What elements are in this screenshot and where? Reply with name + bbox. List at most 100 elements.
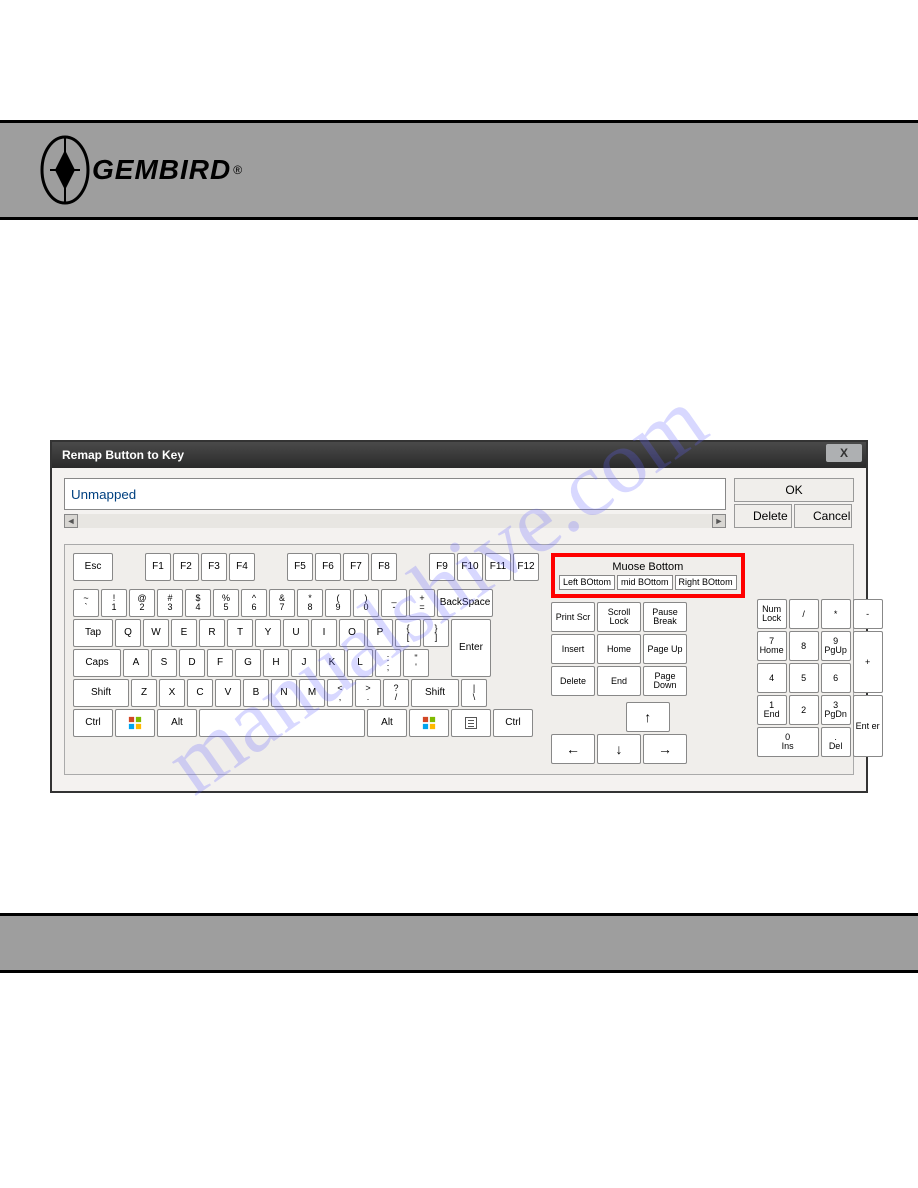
key-d[interactable]: D (179, 649, 205, 677)
key-f11[interactable]: F11 (485, 553, 511, 581)
mouse-left-button[interactable]: Left BOttom (559, 575, 615, 590)
key-esc[interactable]: Esc (73, 553, 113, 581)
key-ctrl-left[interactable]: Ctrl (73, 709, 113, 737)
key-s[interactable]: S (151, 649, 177, 677)
key-quote[interactable]: "' (403, 649, 429, 677)
key-e[interactable]: E (171, 619, 197, 647)
key-2[interactable]: @2 (129, 589, 155, 617)
key-b[interactable]: B (243, 679, 269, 707)
mouse-right-button[interactable]: Right BOttom (675, 575, 737, 590)
key-6[interactable]: ^6 (241, 589, 267, 617)
key-comma[interactable]: <, (327, 679, 353, 707)
scroll-left[interactable]: ◄ (64, 514, 78, 528)
key-numpad-4[interactable]: 4 (757, 663, 787, 693)
key-semicolon[interactable]: :; (375, 649, 401, 677)
key-c[interactable]: C (187, 679, 213, 707)
key-0[interactable]: )0 (353, 589, 379, 617)
key-f3[interactable]: F3 (201, 553, 227, 581)
key-o[interactable]: O (339, 619, 365, 647)
key-backslash[interactable]: |\ (461, 679, 487, 707)
close-button[interactable]: X (826, 444, 862, 462)
key-menu[interactable] (451, 709, 491, 737)
key-numpad-7[interactable]: 7Home (757, 631, 787, 661)
key-u[interactable]: U (283, 619, 309, 647)
key-numpad-enter[interactable]: Ent er (853, 695, 883, 757)
key-y[interactable]: Y (255, 619, 281, 647)
key-printscreen[interactable]: Print Scr (551, 602, 595, 632)
key-alt-right[interactable]: Alt (367, 709, 407, 737)
key-8[interactable]: *8 (297, 589, 323, 617)
key-bracket-close[interactable]: }] (423, 619, 449, 647)
key-numpad-subtract[interactable]: - (853, 599, 883, 629)
key-numpad-6[interactable]: 6 (821, 663, 851, 693)
key-bracket-open[interactable]: {[ (395, 619, 421, 647)
key-q[interactable]: Q (115, 619, 141, 647)
key-9[interactable]: (9 (325, 589, 351, 617)
key-delete[interactable]: Delete (551, 666, 595, 696)
key-down[interactable]: ↓ (597, 734, 641, 764)
key-f4[interactable]: F4 (229, 553, 255, 581)
key-f6[interactable]: F6 (315, 553, 341, 581)
key-shift-left[interactable]: Shift (73, 679, 129, 707)
key-j[interactable]: J (291, 649, 317, 677)
key-grave[interactable]: ~` (73, 589, 99, 617)
key-p[interactable]: P (367, 619, 393, 647)
ok-button[interactable]: OK (734, 478, 854, 502)
key-numpad-9[interactable]: 9PgUp (821, 631, 851, 661)
key-caps[interactable]: Caps (73, 649, 121, 677)
key-ctrl-right[interactable]: Ctrl (493, 709, 533, 737)
key-numpad-0[interactable]: 0Ins (757, 727, 819, 757)
key-pause[interactable]: Pause Break (643, 602, 687, 632)
key-space[interactable] (199, 709, 365, 737)
key-f[interactable]: F (207, 649, 233, 677)
key-shift-right[interactable]: Shift (411, 679, 459, 707)
key-numpad-8[interactable]: 8 (789, 631, 819, 661)
key-r[interactable]: R (199, 619, 225, 647)
key-m[interactable]: M (299, 679, 325, 707)
key-k[interactable]: K (319, 649, 345, 677)
key-scrolllock[interactable]: Scroll Lock (597, 602, 641, 632)
key-home[interactable]: Home (597, 634, 641, 664)
key-numlock[interactable]: Num Lock (757, 599, 787, 629)
key-i[interactable]: I (311, 619, 337, 647)
key-numpad-5[interactable]: 5 (789, 663, 819, 693)
key-left[interactable]: ← (551, 734, 595, 764)
cancel-button[interactable]: Cancel (794, 504, 852, 528)
delete-button[interactable]: Delete (734, 504, 792, 528)
key-a[interactable]: A (123, 649, 149, 677)
key-z[interactable]: Z (131, 679, 157, 707)
key-numpad-3[interactable]: 3PgDn (821, 695, 851, 725)
key-numpad-add[interactable]: + (853, 631, 883, 693)
key-v[interactable]: V (215, 679, 241, 707)
key-insert[interactable]: Insert (551, 634, 595, 664)
key-x[interactable]: X (159, 679, 185, 707)
key-g[interactable]: G (235, 649, 261, 677)
key-f10[interactable]: F10 (457, 553, 483, 581)
key-1[interactable]: !1 (101, 589, 127, 617)
key-numpad-multiply[interactable]: * (821, 599, 851, 629)
key-slash[interactable]: ?/ (383, 679, 409, 707)
scroll-track[interactable] (78, 514, 712, 528)
key-f12[interactable]: F12 (513, 553, 539, 581)
key-t[interactable]: T (227, 619, 253, 647)
key-right[interactable]: → (643, 734, 687, 764)
key-7[interactable]: &7 (269, 589, 295, 617)
key-enter[interactable]: Enter (451, 619, 491, 677)
key-win-right[interactable] (409, 709, 449, 737)
key-n[interactable]: N (271, 679, 297, 707)
scroll-right[interactable]: ► (712, 514, 726, 528)
mapping-input[interactable] (64, 478, 726, 510)
key-numpad-divide[interactable]: / (789, 599, 819, 629)
key-5[interactable]: %5 (213, 589, 239, 617)
key-minus[interactable]: _- (381, 589, 407, 617)
key-backspace[interactable]: BackSpace (437, 589, 493, 617)
key-f1[interactable]: F1 (145, 553, 171, 581)
key-pageup[interactable]: Page Up (643, 634, 687, 664)
key-w[interactable]: W (143, 619, 169, 647)
key-3[interactable]: #3 (157, 589, 183, 617)
key-alt-left[interactable]: Alt (157, 709, 197, 737)
key-4[interactable]: $4 (185, 589, 211, 617)
key-f9[interactable]: F9 (429, 553, 455, 581)
key-numpad-1[interactable]: 1End (757, 695, 787, 725)
key-equals[interactable]: += (409, 589, 435, 617)
